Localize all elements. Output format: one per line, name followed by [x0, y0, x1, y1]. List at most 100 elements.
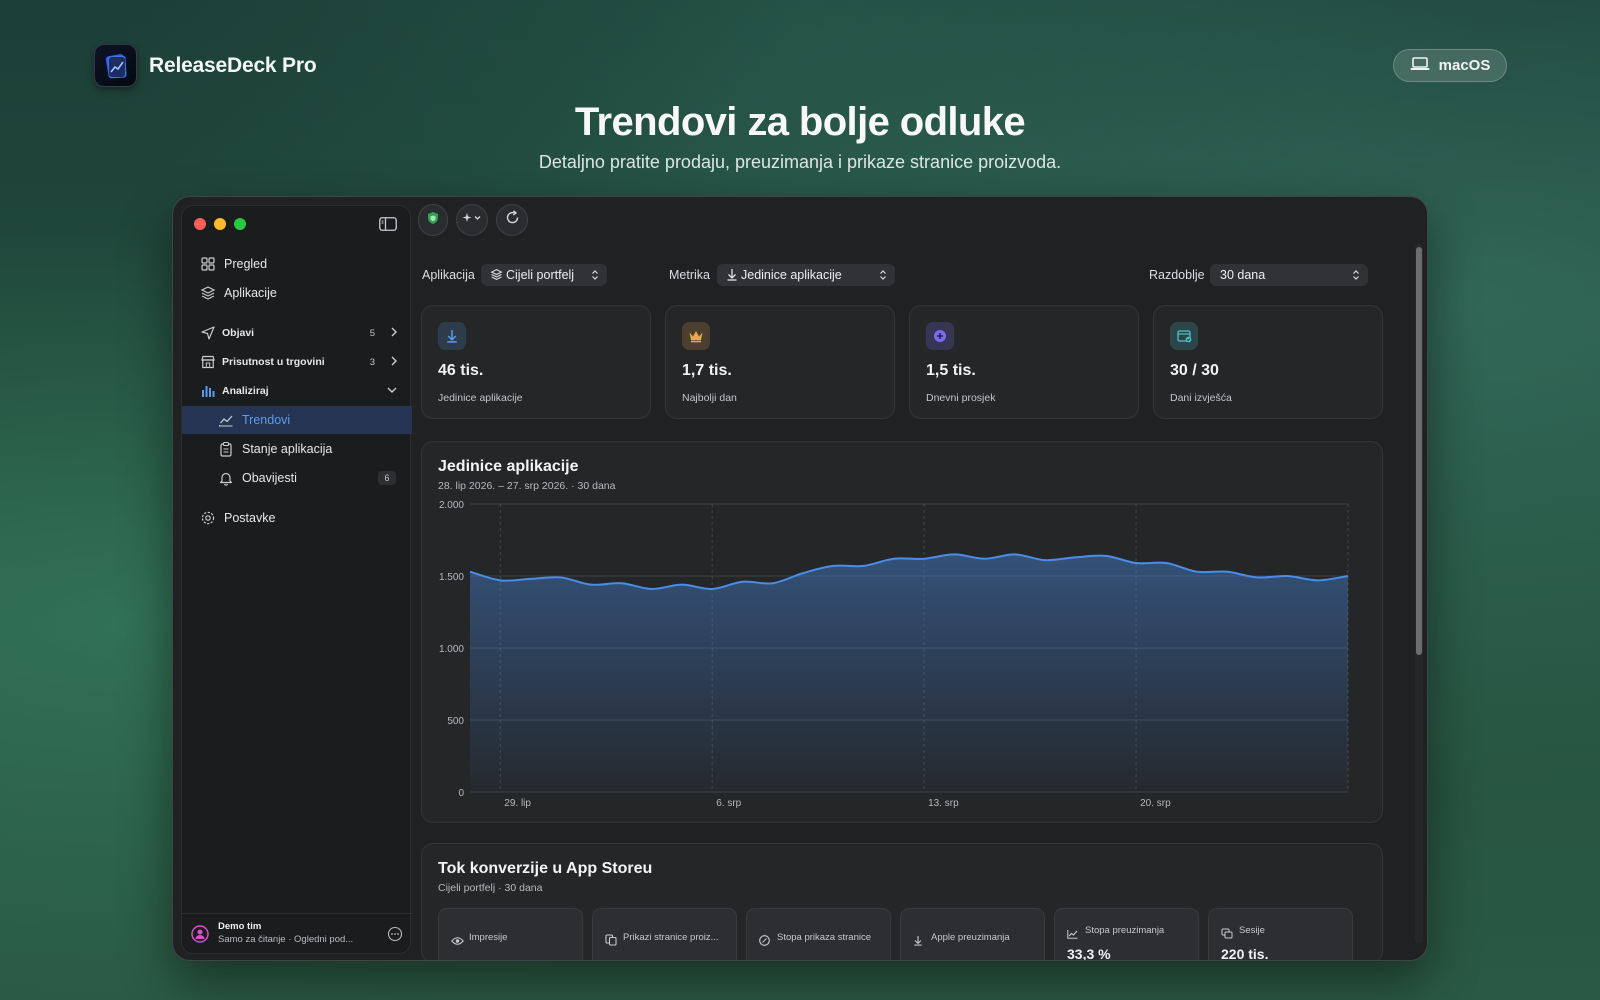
chart-data-point: [1225, 570, 1229, 574]
scrollbar-thumb[interactable]: [1416, 247, 1422, 655]
chart-data-point: [1013, 552, 1017, 556]
funnel-card-label: Stopa preuzimanja: [1085, 925, 1165, 936]
sidebar-item-label: Stanje aplikacija: [242, 442, 333, 456]
pages-icon: [605, 933, 617, 951]
funnel-card-impressions[interactable]: Impresije: [438, 908, 583, 960]
sidebar: Pregled Aplikacije Objavi 5 Prisutnost u…: [181, 205, 412, 954]
notification-count-badge: 6: [378, 471, 396, 485]
chart-y-tick-label: 1.000: [439, 644, 464, 655]
chart-data-point: [650, 587, 654, 591]
funnel-card-page-views[interactable]: Prikazi stranice proiz...: [592, 908, 737, 960]
chart-data-point: [529, 577, 533, 581]
conversion-subtitle: Cijeli portfelj · 30 dana: [438, 882, 543, 894]
stat-card-daily-avg: 1,5 tis. Dnevni prosjek: [909, 305, 1139, 419]
close-window-button[interactable]: [194, 218, 206, 230]
sidebar-toggle-icon[interactable]: [379, 217, 397, 236]
chart-data-point: [1134, 561, 1138, 565]
refresh-button[interactable]: [496, 204, 528, 236]
bell-icon: [218, 470, 234, 486]
chevron-down-icon[interactable]: [386, 384, 398, 399]
chart-data-point: [1074, 555, 1078, 559]
funnel-card-value: 220 tis.: [1221, 946, 1269, 961]
metric-select-value: Jedinice aplikacije: [741, 268, 842, 282]
hero-title: Trendovi za bolje odluke: [574, 100, 1026, 144]
app-select-value: Cijeli portfelj: [506, 268, 575, 282]
window-controls: [194, 218, 246, 230]
sidebar-item-label: Prisutnost u trgovini: [222, 356, 325, 368]
funnel-card-page-view-rate[interactable]: Stopa prikaza stranice: [746, 908, 891, 960]
chart-x-tick-label: 20. srp: [1140, 798, 1171, 809]
platform-label: macOS: [1438, 57, 1491, 74]
chart-data-point: [831, 564, 835, 568]
chart-data-point: [922, 557, 926, 561]
funnel-card-sessions[interactable]: Sesije 220 tis.: [1208, 908, 1353, 961]
stat-value: 1,7 tis.: [682, 362, 732, 379]
ai-menu-button[interactable]: [456, 204, 488, 236]
chart-data-point: [468, 570, 472, 574]
sidebar-item-aplikacije[interactable]: Aplikacije: [182, 279, 412, 307]
chart-y-tick-label: 0: [458, 788, 464, 799]
sidebar-item-stanje[interactable]: Stanje aplikacija: [182, 435, 412, 463]
sidebar-item-postavke[interactable]: Postavke: [182, 504, 412, 532]
updown-chevron-icon: [879, 269, 887, 284]
chevron-right-icon[interactable]: [390, 355, 398, 370]
sidebar-item-objavi[interactable]: Objavi 5: [182, 319, 412, 347]
sidebar-item-prisutnost[interactable]: Prisutnost u trgovini 3: [182, 348, 412, 376]
sidebar-item-label: Obavijesti: [242, 471, 297, 485]
funnel-card-label: Prikazi stranice proiz...: [623, 932, 719, 943]
chevron-right-icon[interactable]: [390, 326, 398, 341]
layers-icon: [200, 285, 216, 301]
updown-chevron-icon: [591, 269, 599, 284]
metric-select[interactable]: Jedinice aplikacije: [717, 264, 895, 286]
trend-chart[interactable]: 0 500 1.000 1.500 2.000 29. lip 6. srp 13. srp 2…: [422, 442, 1384, 824]
shield-icon: [427, 211, 439, 230]
funnel-card-apple-downloads[interactable]: Apple preuzimanja: [900, 908, 1045, 960]
funnel-card-download-rate[interactable]: Stopa preuzimanja 33,3 %: [1054, 908, 1199, 961]
sparkle-icon: [462, 211, 482, 229]
team-name: Demo tim: [218, 921, 262, 932]
chart-data-point: [619, 581, 623, 585]
percent-icon: [759, 933, 770, 951]
sidebar-item-obavijesti[interactable]: Obavijesti 6: [182, 464, 412, 492]
team-switcher[interactable]: Demo tim Samo za čitanje · Ogledni pod..…: [182, 913, 412, 953]
gear-icon: [200, 510, 216, 526]
platform-pill[interactable]: macOS: [1393, 49, 1507, 82]
chart-data-point: [589, 583, 593, 587]
team-subtitle: Samo za čitanje · Ogledni pod...: [218, 934, 354, 945]
zoom-window-button[interactable]: [234, 218, 246, 230]
send-icon: [200, 325, 216, 341]
period-select[interactable]: 30 dana: [1210, 264, 1368, 286]
sidebar-item-analiziraj[interactable]: Analiziraj: [182, 377, 412, 405]
sidebar-item-pregled[interactable]: Pregled: [182, 250, 412, 278]
download-icon: [438, 322, 466, 350]
chart-x-tick-label: 13. srp: [928, 798, 959, 809]
funnel-card-label: Sesije: [1239, 925, 1265, 936]
crown-icon: [682, 322, 710, 350]
stat-value: 30 / 30: [1170, 362, 1219, 379]
chart-y-tick-label: 500: [447, 716, 464, 727]
stat-card-report-days: 30 / 30 Dani izvješća: [1153, 305, 1383, 419]
metric-filter-label: Metrika: [669, 268, 710, 282]
sidebar-item-label: Postavke: [224, 511, 276, 525]
more-options-icon[interactable]: [387, 926, 403, 947]
chart-data-point: [498, 578, 502, 582]
funnel-card-value: 33,3 %: [1067, 946, 1111, 961]
chart-area-fill: [470, 554, 1348, 792]
chart-data-point: [1104, 554, 1108, 558]
chart-data-point: [952, 552, 956, 556]
stat-card-units: 46 tis. Jedinice aplikacije: [421, 305, 651, 419]
minimize-window-button[interactable]: [214, 218, 226, 230]
app-filter-label: Aplikacija: [422, 268, 475, 282]
sidebar-item-trendovi[interactable]: Trendovi: [182, 406, 412, 434]
funnel-card-label: Apple preuzimanja: [931, 932, 1010, 943]
chart-data-point: [862, 564, 866, 568]
period-select-value: 30 dana: [1220, 268, 1266, 282]
shield-button[interactable]: [418, 204, 448, 236]
clipboard-icon: [218, 441, 234, 457]
brand: ReleaseDeck Pro: [94, 44, 317, 87]
sessions-icon: [1221, 926, 1233, 944]
app-select[interactable]: Cijeli portfelj: [481, 264, 607, 286]
chart-data-point: [1316, 578, 1320, 582]
updown-chevron-icon: [1352, 269, 1360, 284]
chart-x-tick-label: 29. lip: [504, 798, 531, 809]
